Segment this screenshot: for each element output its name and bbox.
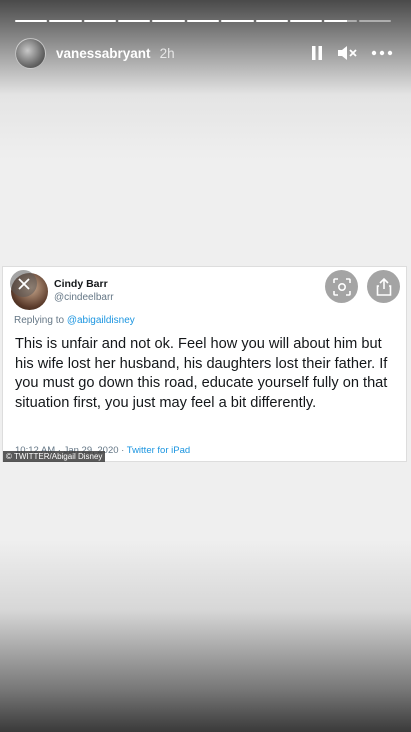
story-progress-bar <box>15 20 391 22</box>
tweet-text: This is unfair and not ok. Feel how you … <box>15 336 388 411</box>
visual-search-icon <box>332 277 351 296</box>
replying-to-handle: @abigaildisney <box>66 315 135 326</box>
progress-fill <box>118 20 151 22</box>
avatar[interactable] <box>15 37 46 69</box>
progress-segment <box>221 20 254 22</box>
progress-fill <box>152 20 185 22</box>
post-time: 2h <box>159 45 175 61</box>
progress-segment <box>289 20 323 22</box>
progress-fill <box>324 20 347 22</box>
share-button[interactable] <box>367 270 400 303</box>
story-header: vanessabryant 2h <box>15 37 393 69</box>
progress-segment <box>324 20 357 22</box>
replying-to: Replying to @abigaildisney <box>14 315 135 326</box>
progress-segment <box>358 20 391 22</box>
progress-segment <box>15 20 48 22</box>
progress-fill <box>49 20 82 22</box>
progress-segment <box>186 20 220 22</box>
progress-segment <box>255 20 288 22</box>
progress-fill <box>255 20 288 22</box>
story-viewer: vanessabryant 2h Cindy Barr @cindeelbarr… <box>0 0 411 732</box>
more-horizontal-icon[interactable] <box>371 50 393 56</box>
progress-fill <box>289 20 323 22</box>
tweet-client: Twitter for iPad <box>126 445 191 456</box>
tweet-author-handle: @cindeelbarr <box>54 292 114 303</box>
close-button[interactable] <box>10 270 37 297</box>
progress-segment <box>118 20 151 22</box>
progress-segment <box>49 20 82 22</box>
share-icon <box>376 277 391 296</box>
progress-fill <box>221 20 254 22</box>
visual-search-button[interactable] <box>325 270 358 303</box>
replying-prefix: Replying to <box>14 315 65 326</box>
tweet-author-name: Cindy Barr <box>54 278 108 290</box>
tweet-card: Cindy Barr @cindeelbarr Replying to @abi… <box>2 266 407 462</box>
progress-segment <box>83 20 117 22</box>
username[interactable]: vanessabryant <box>56 46 151 61</box>
pause-icon[interactable] <box>311 45 323 61</box>
muted-speaker-icon[interactable] <box>337 45 357 61</box>
story-controls <box>311 45 393 61</box>
photo-credit: © TWITTER/Abigail Disney <box>3 451 106 462</box>
progress-fill <box>15 20 48 22</box>
progress-fill <box>186 20 220 22</box>
close-icon <box>17 277 30 290</box>
progress-segment <box>152 20 185 22</box>
progress-fill <box>83 20 117 22</box>
